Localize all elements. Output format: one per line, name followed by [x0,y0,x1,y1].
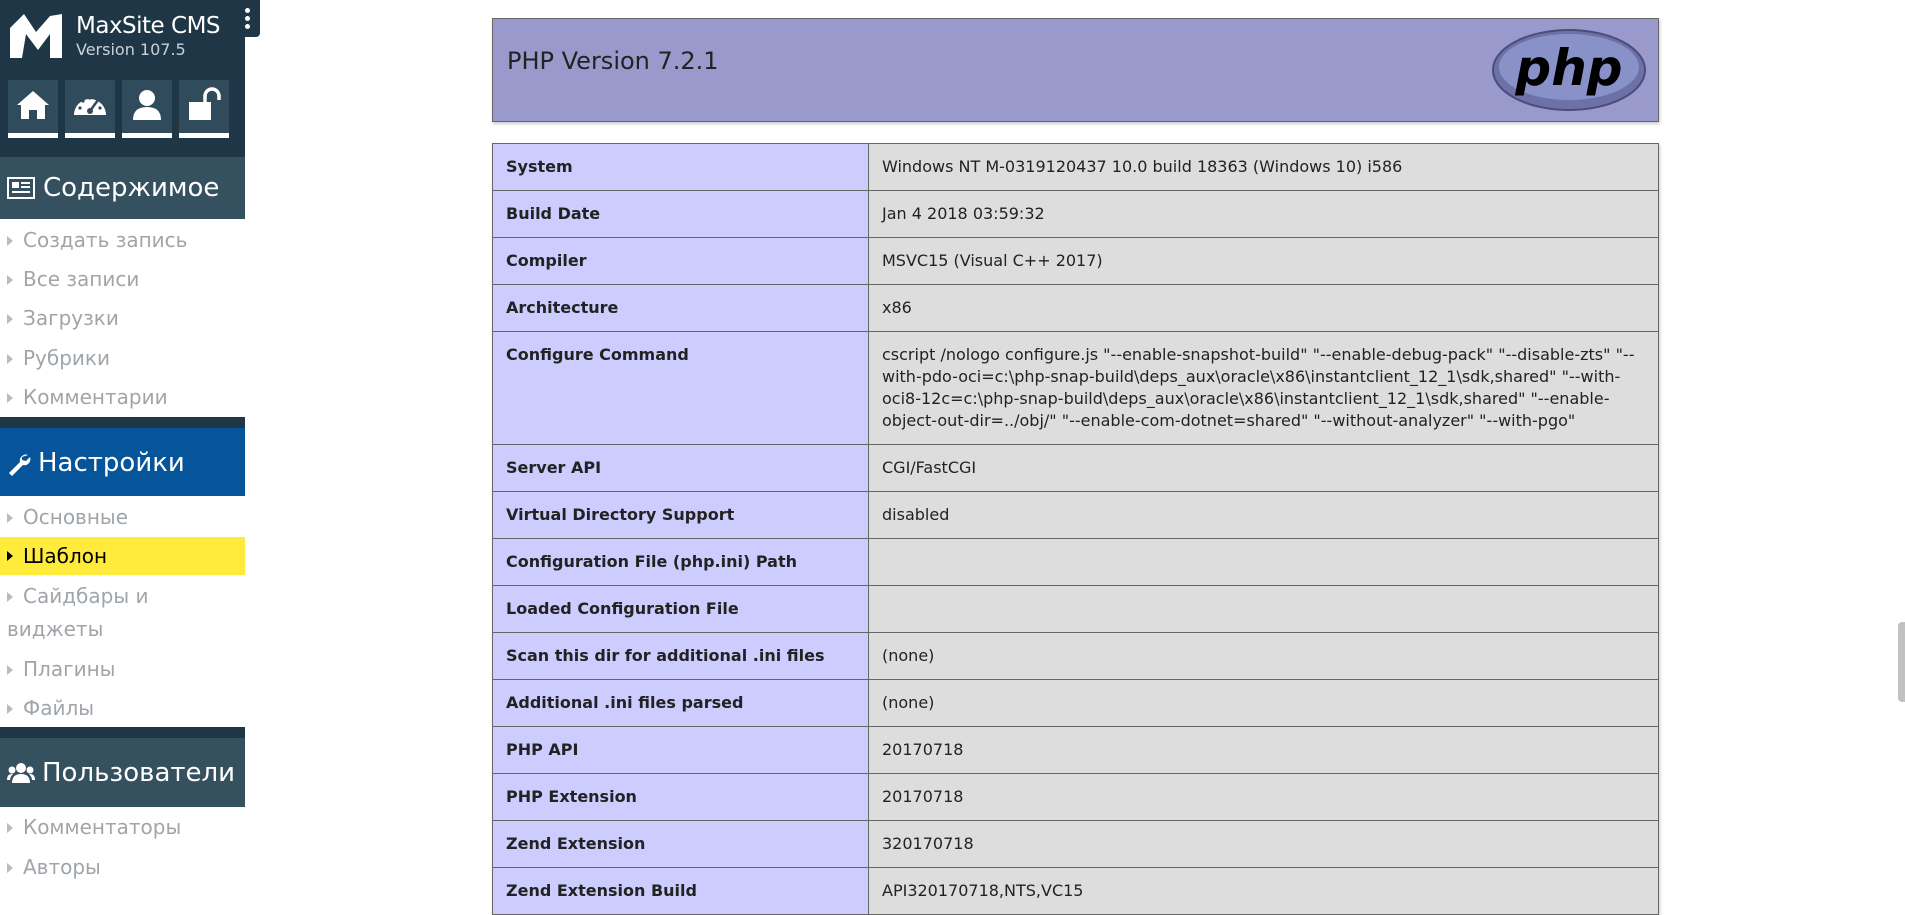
section-content[interactable]: Содержимое [0,157,245,219]
caret-right-icon [7,704,13,714]
caret-right-icon [7,354,13,364]
row-value [868,538,1659,586]
row-key: Zend Extension Build [492,867,869,915]
table-row: Build Date Jan 4 2018 03:59:32 [492,190,1659,238]
menu-dot [245,24,250,29]
caret-right-icon [7,314,13,324]
row-value: (none) [868,679,1659,727]
row-key: Zend Extension [492,820,869,868]
caret-right-icon [7,823,13,833]
user-icon [133,90,161,120]
brand-header: MaxSite CMS Version 107.5 [0,0,245,157]
section-users-title: Пользователи [42,758,236,788]
caret-right-icon [7,551,13,561]
row-value [868,585,1659,633]
table-row: Additional .ini files parsed (none) [492,679,1659,727]
row-key: Server API [492,444,869,492]
section-settings-title: Настройки [38,448,185,478]
php-logo-icon: php [1492,29,1646,111]
row-key: PHP Extension [492,773,869,821]
row-value: API320170718,NTS,VC15 [868,867,1659,915]
home-button[interactable] [8,80,58,138]
brand-title: MaxSite CMS [76,13,221,39]
table-row: Compiler MSVC15 (Visual C++ 2017) [492,237,1659,285]
section-settings[interactable]: Настройки [0,417,245,496]
row-value: 20170718 [868,773,1659,821]
table-row: Zend Extension Build API320170718,NTS,VC1… [492,867,1659,915]
row-value: disabled [868,491,1659,539]
row-value: Jan 4 2018 03:59:32 [868,190,1659,238]
php-version-header: PHP Version 7.2.1 php [492,18,1659,122]
table-row: PHP Extension 20170718 [492,773,1659,821]
row-key: Scan this dir for additional .ini files [492,632,869,680]
table-row: System Windows NT M-0319120437 10.0 build… [492,143,1659,191]
wrench-icon [9,454,31,476]
caret-right-icon [7,665,13,675]
row-key: Build Date [492,190,869,238]
caret-right-icon [7,275,13,285]
scrollbar[interactable] [1895,0,1905,897]
unlock-icon [189,87,221,120]
section-users[interactable]: Пользователи [0,727,245,807]
dashboard-button[interactable] [65,80,115,138]
row-value: 20170718 [868,726,1659,774]
scrollbar-thumb[interactable] [1898,622,1905,702]
table-row: Loaded Configuration File [492,585,1659,633]
row-key: Architecture [492,284,869,332]
row-key: System [492,143,869,191]
row-value: 320170718 [868,820,1659,868]
table-row: Scan this dir for additional .ini files(… [492,632,1659,680]
row-value: MSVC15 (Visual C++ 2017) [868,237,1659,285]
home-icon [17,91,49,119]
php-logo-text: php [1514,39,1622,97]
row-value: CGI/FastCGI [868,444,1659,492]
menu-dot [245,16,250,21]
row-value: x86 [868,284,1659,332]
php-info-table: System Windows NT M-0319120437 10.0 build… [492,143,1659,915]
newspaper-icon [7,177,35,199]
section-content-title: Содержимое [43,173,220,203]
row-value: Windows NT M-0319120437 10.0 build 18363… [868,143,1659,191]
row-key: Loaded Configuration File [492,585,869,633]
row-key: PHP API [492,726,869,774]
menu-dot [245,8,250,13]
row-value: cscript /nologo configure.js "--enable-s… [868,331,1659,445]
logout-button[interactable] [179,80,229,138]
brand-version: Version 107.5 [76,40,186,59]
caret-right-icon [7,393,13,403]
table-row: Configure Command cscript /nologo configu… [492,331,1659,445]
maxsite-logo-icon [10,14,62,58]
table-row: Virtual Directory Support disabled [492,491,1659,539]
caret-right-icon [7,592,13,602]
admin-sidebar: MaxSite CMS Version 107.5 Содержимое Соз… [0,0,260,897]
profile-button[interactable] [122,80,172,138]
row-key: Virtual Directory Support [492,491,869,539]
caret-right-icon [7,513,13,523]
row-value: (none) [868,632,1659,680]
table-row: PHP API 20170718 [492,726,1659,774]
caret-right-icon [7,236,13,246]
table-row: Server API CGI/FastCGI [492,444,1659,492]
table-row: Configuration File (php.ini) Path [492,538,1659,586]
dashboard-icon [74,96,106,115]
row-key: Configuration File (php.ini) Path [492,538,869,586]
row-key: Configure Command [492,331,869,445]
row-key: Compiler [492,237,869,285]
table-row: Architecture x86 [492,284,1659,332]
row-key: Additional .ini files parsed [492,679,869,727]
sidebar-item-template[interactable]: Шаблон [0,537,245,575]
caret-right-icon [7,863,13,873]
sidebar-menu-toggle[interactable] [236,0,260,37]
php-version-title: PHP Version 7.2.1 [507,47,719,75]
users-icon [7,763,35,783]
table-row: Zend Extension 320170718 [492,820,1659,868]
